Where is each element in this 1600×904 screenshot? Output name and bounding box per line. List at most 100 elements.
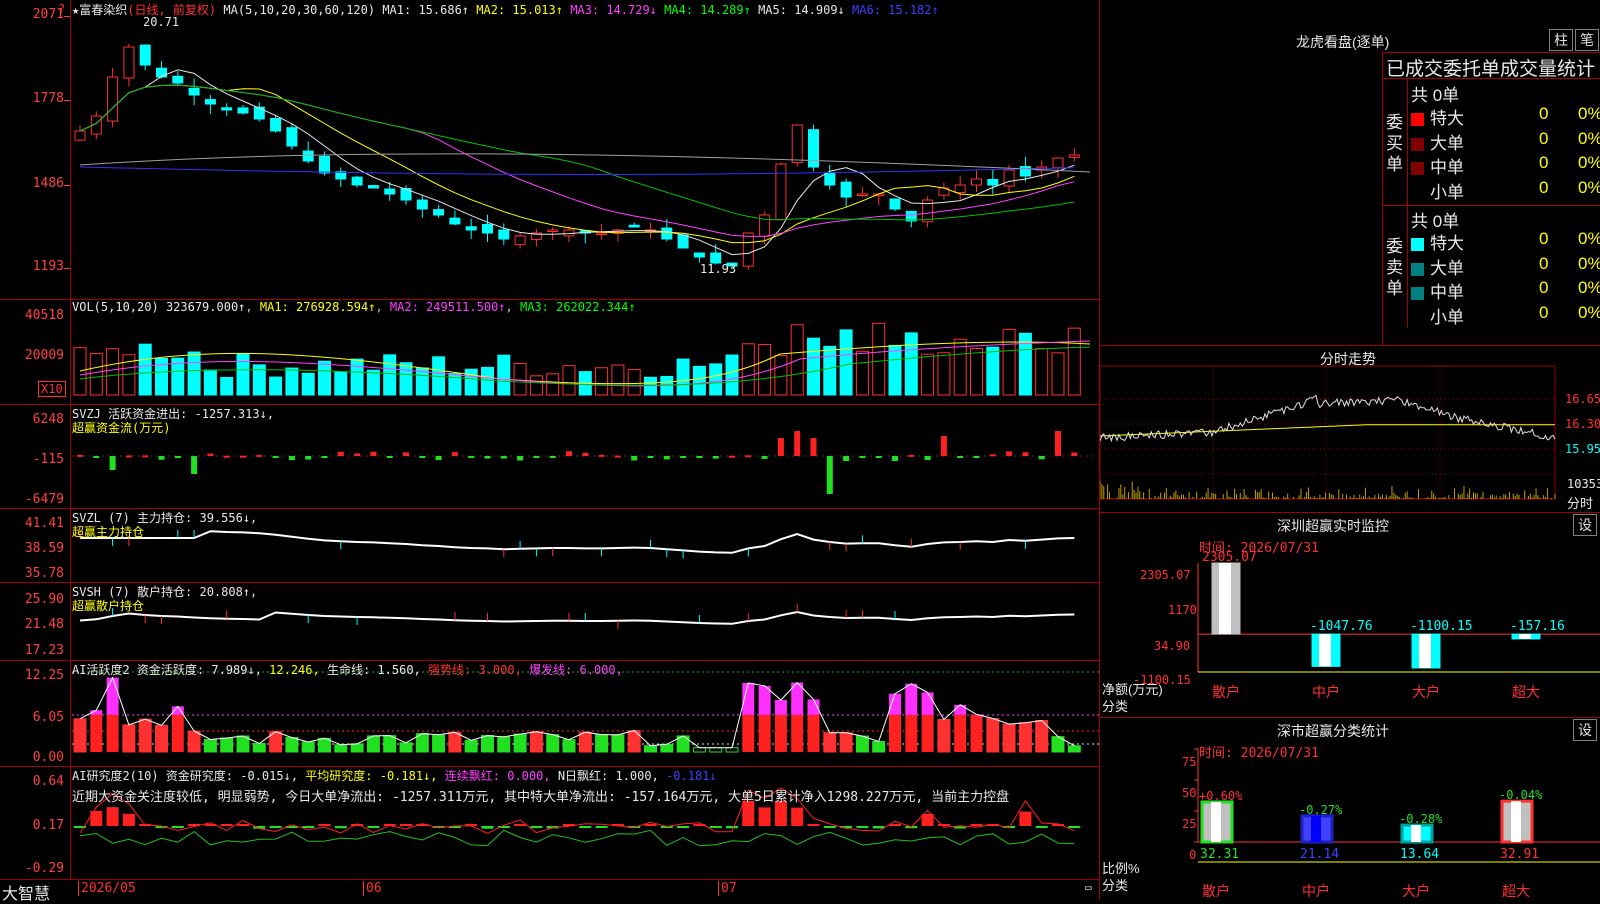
volume-bar xyxy=(449,373,461,395)
flow-bar xyxy=(1022,452,1028,456)
monitor-bar-label: 2305.07 xyxy=(1202,550,1257,565)
classify-change: -0.04% xyxy=(1499,788,1543,802)
candlestick-chart[interactable] xyxy=(0,0,1099,299)
activity-bar xyxy=(204,740,216,752)
candle-body xyxy=(75,131,85,140)
date-label-may: 2026/05 xyxy=(78,881,136,896)
flow-bar xyxy=(436,456,442,460)
activity-bar xyxy=(335,745,347,752)
candle-body xyxy=(254,107,264,119)
order-color-icon xyxy=(1411,287,1424,300)
ai1-header: AI活跃度2 资金活跃度: 7.989↓, xyxy=(72,663,262,677)
research-bar xyxy=(172,826,184,828)
volume-bar xyxy=(237,354,249,395)
tick-view-button[interactable]: 笔 xyxy=(1575,29,1599,51)
activity-bar xyxy=(188,731,200,752)
order-percent: 0% xyxy=(1578,278,1600,298)
activity-bar xyxy=(824,733,836,752)
volume-panel[interactable]: 40518 20009 X10 VOL(5,10,20) 323679.000↑… xyxy=(0,299,1099,405)
candle-body xyxy=(890,199,900,209)
svzj-panel[interactable]: 6248 -115 -6479 SVZJ 活跃资金进出: -1257.313↓,… xyxy=(0,404,1099,509)
candle-body xyxy=(352,177,362,185)
flow-bar xyxy=(1006,451,1012,456)
intra-price-mid: 16.30 xyxy=(1565,417,1600,431)
activity-bar xyxy=(563,740,575,752)
flow-bar xyxy=(207,454,213,456)
intraday-panel[interactable]: 分时走势 16.65 16.30 15.95 10353 分时 xyxy=(1100,345,1600,513)
activity-bar xyxy=(498,737,510,752)
svsh-panel[interactable]: 25.90 21.48 17.23 SVSH (7) 散户持仓: 20.808↑… xyxy=(0,582,1099,661)
flow-bar xyxy=(794,431,800,456)
flow-bar xyxy=(974,456,980,458)
svzl-panel[interactable]: 41.41 38.59 35.78 SVZL (7) 主力持仓: 39.556↓… xyxy=(0,508,1099,583)
svzj-subtitle: 超赢资金流(万元) xyxy=(72,419,170,436)
classify-change: -0.28% xyxy=(1399,812,1443,826)
activity-bar xyxy=(873,742,885,752)
research-bar xyxy=(596,826,608,828)
volume-bar xyxy=(107,349,119,395)
intra-price-line xyxy=(1100,396,1555,442)
activity-bar xyxy=(449,732,461,752)
monitor-bar-label: -1100.15 xyxy=(1410,619,1473,634)
classify-value: 32.91 xyxy=(1500,847,1539,862)
stats-tab[interactable]: 已成交委托单成交量统计 xyxy=(1386,54,1595,81)
order-row-3: 小单00% xyxy=(1411,178,1600,203)
order-count: 0 xyxy=(1539,303,1548,323)
volume-bar xyxy=(400,363,412,395)
flow-bar xyxy=(517,456,523,460)
order-count: 0 xyxy=(1539,278,1548,298)
flow-bar xyxy=(957,456,963,458)
research-bar xyxy=(645,824,657,826)
flow-bar xyxy=(289,456,295,460)
flow-bar xyxy=(745,455,751,457)
flow-bar xyxy=(533,456,539,458)
flow-bar xyxy=(680,456,686,458)
sell-orders-label: 委卖单 xyxy=(1386,236,1404,299)
volume-bar xyxy=(824,346,836,395)
research-bar xyxy=(221,824,233,826)
ai-activity-panel[interactable]: 12.25 6.05 0.00 AI活跃度2 资金活跃度: 7.989↓, 12… xyxy=(0,660,1099,767)
svsh-subtitle: 超赢散户持仓 xyxy=(72,597,144,614)
volume-bar xyxy=(840,330,852,395)
activity-bar xyxy=(612,735,624,752)
candle-body xyxy=(271,118,281,131)
flow-bar xyxy=(175,456,181,458)
candle-body xyxy=(287,128,297,146)
activity-bar xyxy=(905,684,917,715)
lock-icon[interactable]: ▭ xyxy=(1085,881,1092,894)
candle-body xyxy=(678,235,688,248)
flow-bar xyxy=(664,456,670,459)
volume-bar xyxy=(677,359,689,395)
activity-bar xyxy=(661,744,673,752)
activity-bar xyxy=(139,719,151,752)
intraday-chart[interactable] xyxy=(1100,346,1600,513)
flow-bar xyxy=(240,456,246,458)
flow-bar xyxy=(859,456,865,458)
volume-bar xyxy=(628,370,640,395)
volume-bar xyxy=(612,365,624,395)
candle-body xyxy=(320,156,330,173)
ai-research-panel[interactable]: 0.64 0.17 -0.29 AI研究度2(10) 资金研究度: -0.015… xyxy=(0,766,1099,880)
date-label-jul: 07 xyxy=(718,881,737,896)
flow-bar xyxy=(615,456,621,458)
order-count: 0 xyxy=(1539,254,1548,274)
classify-bar-highlight xyxy=(1211,802,1221,842)
order-color-icon xyxy=(1411,113,1424,126)
flow-bar xyxy=(876,456,882,458)
candle-body xyxy=(1069,155,1079,157)
ma4-value: MA4: 14.289↑ xyxy=(664,3,751,17)
activity-bar xyxy=(775,715,787,752)
flow-bar xyxy=(1071,453,1077,456)
stock-name[interactable]: ★富春染织 xyxy=(72,3,127,17)
kline-panel[interactable]: 2071 1778 1486 1193 ? ★富春染织(日线, 前复权) MA(… xyxy=(0,0,1099,300)
order-percent: 0% xyxy=(1578,104,1600,124)
order-row-1: 大单00% xyxy=(1411,254,1600,279)
activity-bar xyxy=(808,715,820,752)
volume-bar xyxy=(514,364,526,395)
volume-bar xyxy=(319,361,331,395)
monitor-category: 中户 xyxy=(1312,684,1340,700)
bar-view-button[interactable]: 柱 xyxy=(1549,29,1573,51)
monitor-bar-highlight xyxy=(1519,634,1531,639)
activity-bar xyxy=(922,715,934,752)
volume-bar xyxy=(74,348,86,395)
